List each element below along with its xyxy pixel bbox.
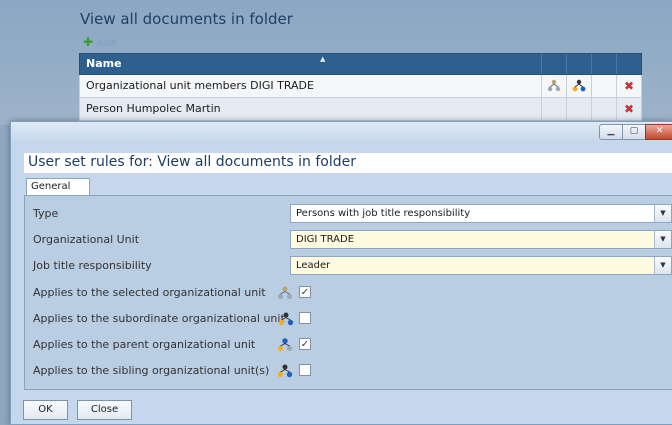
sort-ascending-icon: ▲	[320, 55, 326, 63]
org-unit-parent-icon	[278, 338, 292, 351]
checkbox-subordinate[interactable]	[299, 312, 311, 324]
close-icon[interactable]: ✕	[645, 124, 672, 140]
org-unit-sibling-icon	[277, 364, 293, 378]
org-unit-label: Organizational Unit	[33, 233, 140, 246]
column-header-name[interactable]: Name ▲	[80, 54, 541, 74]
chevron-down-icon[interactable]: ▼	[654, 205, 671, 222]
job-title-row: Job title responsibility Leader ▼	[29, 254, 672, 278]
general-panel: Type Persons with job title responsibili…	[24, 195, 672, 390]
column-header-label: Name	[86, 57, 122, 70]
chevron-down-icon[interactable]: ▼	[654, 231, 671, 248]
checkbox-sibling[interactable]	[299, 364, 311, 376]
type-select[interactable]: Persons with job title responsibility ▼	[290, 204, 672, 223]
row-name: Person Humpolec Martin	[86, 102, 221, 115]
empty-cell	[591, 75, 616, 97]
org-unit-select[interactable]: DIGI TRADE ▼	[290, 230, 672, 249]
delete-icon[interactable]: ✖	[616, 98, 641, 120]
table-row[interactable]: Organizational unit members DIGI TRADE ✖	[79, 75, 642, 98]
table-header: Name ▲	[79, 53, 642, 75]
empty-cell	[566, 98, 591, 120]
dialog-titlebar[interactable]: ▁ ▢ ✕	[11, 122, 672, 143]
checkbox-parent[interactable]: ✓	[299, 338, 311, 350]
checkbox-row-sibling: Applies to the sibling organizational un…	[29, 359, 669, 383]
checkbox-label: Applies to the parent organizational uni…	[33, 338, 256, 351]
org-unit-subordinate-icon	[566, 75, 591, 97]
plus-icon: ✚	[83, 35, 94, 49]
job-title-select[interactable]: Leader ▼	[290, 256, 672, 275]
dialog-footer: OK Close	[11, 396, 672, 424]
checkbox-label: Applies to the sibling organizational un…	[33, 364, 270, 377]
documents-table: Name ▲ Organizational unit members DIGI …	[79, 53, 642, 121]
ok-button[interactable]: OK	[23, 400, 68, 420]
add-label: Add	[96, 38, 116, 49]
chevron-down-icon[interactable]: ▼	[654, 257, 671, 274]
delete-icon[interactable]: ✖	[616, 75, 641, 97]
checkbox-label: Applies to the selected organizational u…	[33, 286, 266, 299]
type-row: Type Persons with job title responsibili…	[29, 202, 672, 226]
checkbox-row-subordinate: Applies to the subordinate organizationa…	[29, 307, 669, 331]
minimize-icon[interactable]: ▁	[599, 124, 623, 140]
column-header-icon-3	[591, 54, 616, 74]
column-header-icon-2	[566, 54, 591, 74]
dialog-heading: User set rules for: View all documents i…	[24, 153, 672, 173]
type-value: Persons with job title responsibility	[296, 208, 471, 219]
checkbox-row-parent: Applies to the parent organizational uni…	[29, 333, 669, 357]
checkbox-label: Applies to the subordinate organizationa…	[33, 312, 285, 325]
table-row[interactable]: Person Humpolec Martin ✖	[79, 98, 642, 121]
tab-general[interactable]: General	[26, 178, 90, 195]
background-page: View all documents in folder ✚ Add Name ▲…	[0, 0, 672, 125]
empty-cell	[591, 98, 616, 120]
org-unit-value: DIGI TRADE	[296, 234, 355, 245]
row-name: Organizational unit members DIGI TRADE	[86, 79, 314, 92]
job-title-label: Job title responsibility	[33, 259, 152, 272]
add-link[interactable]: ✚ Add	[83, 35, 115, 49]
type-label: Type	[33, 207, 59, 220]
rules-dialog: ▁ ▢ ✕ User set rules for: View all docum…	[10, 121, 672, 425]
checkbox-selected[interactable]: ✓	[299, 286, 311, 298]
org-unit-icon	[278, 286, 292, 299]
checkbox-row-selected: Applies to the selected organizational u…	[29, 281, 669, 305]
close-button[interactable]: Close	[77, 400, 132, 420]
job-title-value: Leader	[296, 260, 331, 271]
org-unit-icon	[541, 75, 566, 97]
org-unit-row: Organizational Unit DIGI TRADE ▼	[29, 228, 672, 252]
column-header-icon-4	[616, 54, 641, 74]
maximize-icon[interactable]: ▢	[622, 124, 646, 140]
org-unit-subordinate-icon	[278, 312, 294, 326]
page-title: View all documents in folder	[80, 10, 293, 28]
empty-cell	[541, 98, 566, 120]
column-header-icon-1	[541, 54, 566, 74]
